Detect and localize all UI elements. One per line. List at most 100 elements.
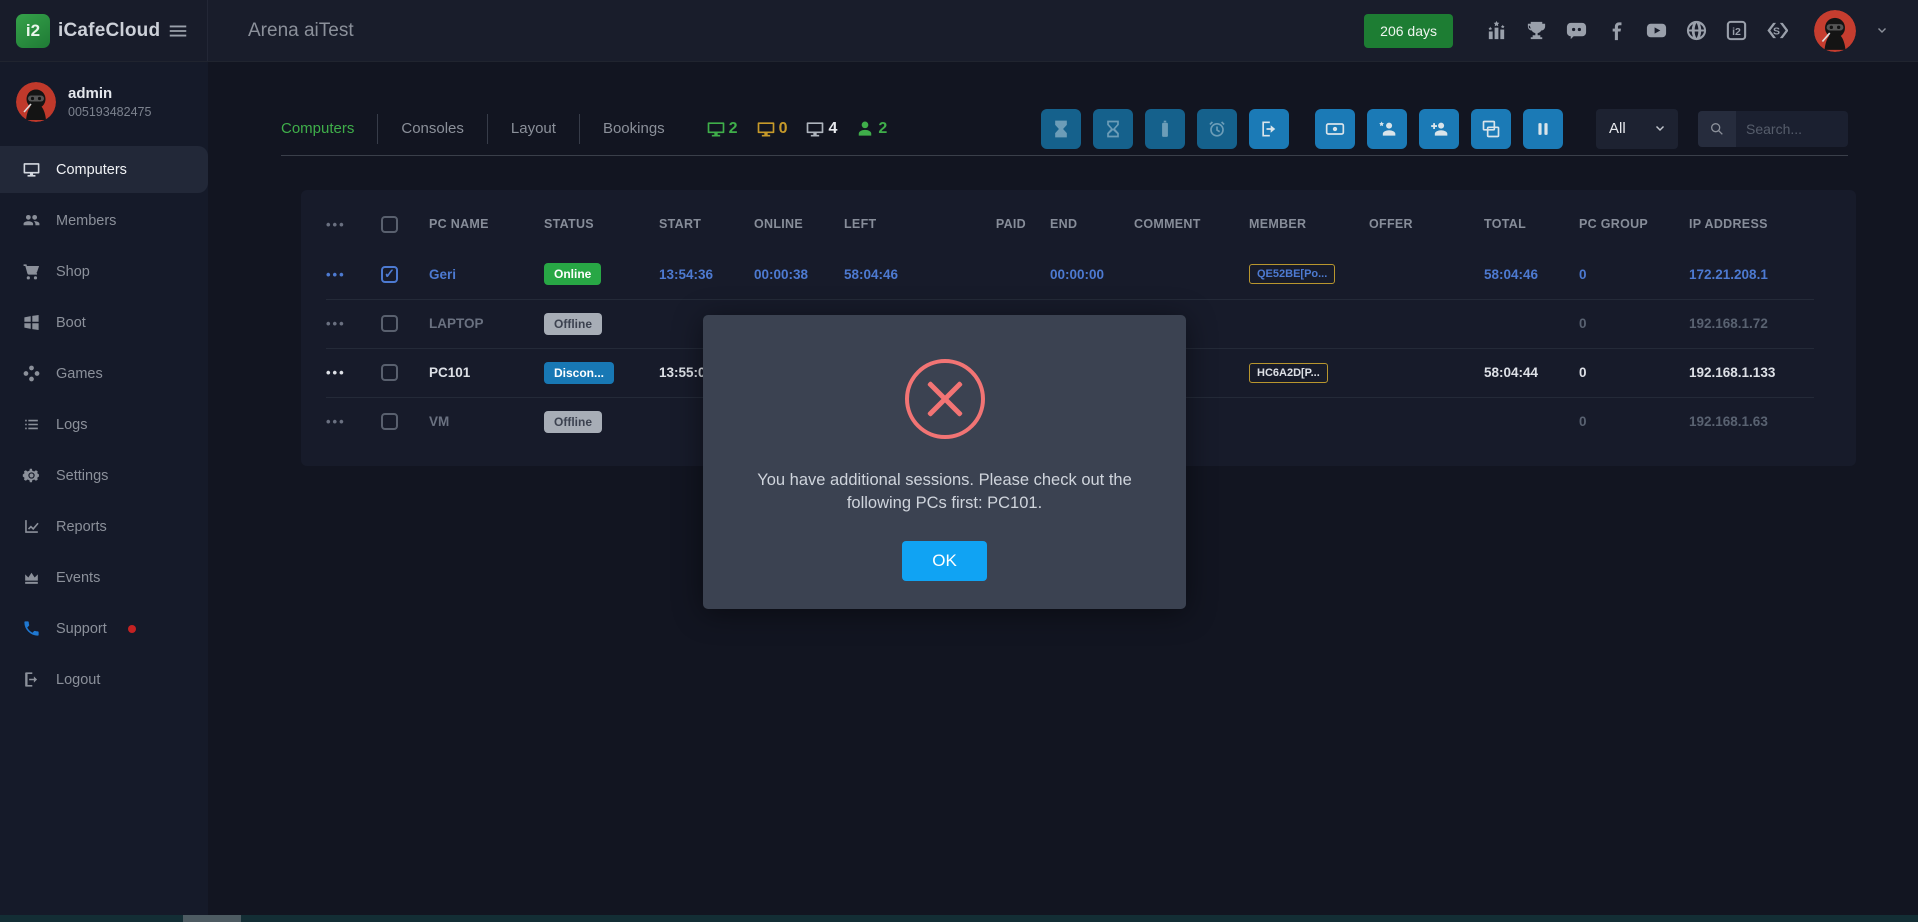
cell-offer xyxy=(1369,397,1484,446)
user-avatar[interactable] xyxy=(16,82,56,122)
ok-button[interactable]: OK xyxy=(902,541,987,581)
cell-status: Offline xyxy=(544,299,659,348)
sellsn-icon[interactable]: S xyxy=(1765,19,1788,42)
row-checkbox[interactable] xyxy=(381,315,398,332)
battery-button[interactable] xyxy=(1145,109,1185,149)
column-header-pc-group[interactable]: PC GROUP xyxy=(1579,198,1689,250)
column-header-ip-address[interactable]: IP ADDRESS xyxy=(1689,198,1814,250)
sidebar-item-label: Logout xyxy=(56,672,100,688)
sidebar-item-logs[interactable]: Logs xyxy=(0,401,208,448)
member-star-button[interactable] xyxy=(1367,109,1407,149)
count-monitor: 2 xyxy=(706,119,738,139)
members-icon xyxy=(22,211,41,230)
cell-pc-name[interactable]: Geri xyxy=(429,250,544,299)
count-value: 2 xyxy=(729,120,738,138)
cell-pc-name[interactable]: VM xyxy=(429,397,544,446)
sidebar-item-reports[interactable]: Reports xyxy=(0,503,208,550)
avatar[interactable] xyxy=(1814,10,1856,52)
sidebar-item-label: Support xyxy=(56,621,107,637)
member-badge[interactable]: HC6A2D[P... xyxy=(1249,363,1328,383)
tab-bookings[interactable]: Bookings xyxy=(580,120,688,137)
column-header-online[interactable]: ONLINE xyxy=(754,198,844,250)
cell-ip-address: 192.168.1.63 xyxy=(1689,397,1814,446)
sidebar: admin 005193482475 ComputersMembersShop B… xyxy=(0,62,208,922)
sidebar-item-games[interactable]: Games xyxy=(0,350,208,397)
menu-icon[interactable] xyxy=(167,20,189,42)
member-plus-button[interactable] xyxy=(1419,109,1459,149)
cell-pc-group: 0 xyxy=(1579,348,1689,397)
cell-member xyxy=(1249,397,1369,446)
modal-message: You have additional sessions. Please che… xyxy=(741,469,1148,515)
pc-group-filter-select[interactable]: All xyxy=(1596,109,1678,149)
cell-pc-name[interactable]: LAPTOP xyxy=(429,299,544,348)
column-header-end[interactable]: END xyxy=(1034,198,1134,250)
count-person: 2 xyxy=(855,119,887,139)
row-checkbox[interactable]: ✓ xyxy=(381,266,398,283)
column-header-member[interactable]: MEMBER xyxy=(1249,198,1369,250)
screen-share-button[interactable] xyxy=(1471,109,1511,149)
sidebar-item-label: Boot xyxy=(56,315,86,331)
icafecloud-icon[interactable]: i2 xyxy=(1725,19,1748,42)
count-value: 2 xyxy=(878,120,887,138)
checkout-button[interactable] xyxy=(1249,109,1289,149)
ranking-icon[interactable] xyxy=(1485,19,1508,42)
row-checkbox[interactable] xyxy=(381,364,398,381)
sidebar-item-computers[interactable]: Computers xyxy=(0,146,208,193)
tab-bar: ComputersConsolesLayoutBookings 2042 All xyxy=(281,102,1848,156)
column-header-pc-name[interactable]: PC NAME xyxy=(429,198,544,250)
column-header-start[interactable]: START xyxy=(659,198,754,250)
youtube-icon[interactable] xyxy=(1645,19,1668,42)
chevron-down-icon[interactable] xyxy=(1874,23,1890,39)
column-header-comment[interactable]: COMMENT xyxy=(1134,198,1249,250)
trophy-icon[interactable] xyxy=(1525,19,1548,42)
cell-pc-name[interactable]: PC101 xyxy=(429,348,544,397)
facebook-icon[interactable] xyxy=(1605,19,1628,42)
row-actions-icon[interactable]: ••• xyxy=(326,365,346,380)
sidebar-item-support[interactable]: Support xyxy=(0,605,208,652)
row-checkbox[interactable] xyxy=(381,413,398,430)
column-header-status[interactable]: STATUS xyxy=(544,198,659,250)
sidebar-item-logout[interactable]: Logout xyxy=(0,656,208,703)
column-header-total[interactable]: TOTAL xyxy=(1484,198,1579,250)
alarm-button[interactable] xyxy=(1197,109,1237,149)
sidebar-item-boot[interactable]: Boot xyxy=(0,299,208,346)
cell-pc-group: 0 xyxy=(1579,250,1689,299)
tab-layout[interactable]: Layout xyxy=(488,120,579,137)
search-input[interactable] xyxy=(1736,111,1848,147)
cell-total: 58:04:44 xyxy=(1484,348,1579,397)
horizontal-scrollbar[interactable] xyxy=(0,915,1918,922)
tab-consoles[interactable]: Consoles xyxy=(378,120,487,137)
sidebar-item-events[interactable]: Events xyxy=(0,554,208,601)
discord-icon[interactable] xyxy=(1565,19,1588,42)
sidebar-item-label: Settings xyxy=(56,468,108,484)
logout-icon xyxy=(22,670,41,689)
license-days-badge[interactable]: 206 days xyxy=(1364,14,1453,48)
tab-computers[interactable]: Computers xyxy=(281,120,377,137)
column-header-offer[interactable]: OFFER xyxy=(1369,198,1484,250)
user-account-id: 005193482475 xyxy=(68,105,151,119)
column-header-left[interactable]: LEFT xyxy=(844,198,934,250)
row-actions-icon[interactable]: ••• xyxy=(326,414,346,429)
pause-button[interactable] xyxy=(1523,109,1563,149)
sidebar-item-members[interactable]: Members xyxy=(0,197,208,244)
hourglass-button[interactable] xyxy=(1093,109,1133,149)
phone-icon xyxy=(22,619,41,638)
row-actions-icon[interactable]: ••• xyxy=(326,217,346,232)
column-header-paid[interactable]: PAID xyxy=(934,198,1034,250)
hourglass-filled-button[interactable] xyxy=(1041,109,1081,149)
select-all-checkbox[interactable] xyxy=(381,216,398,233)
row-actions-icon[interactable]: ••• xyxy=(326,267,346,282)
header-right: 206 days i2 S xyxy=(1364,10,1890,52)
row-actions-icon[interactable]: ••• xyxy=(326,316,346,331)
app-logo[interactable]: i2 iCafeCloud xyxy=(16,14,160,48)
crown-icon xyxy=(22,568,41,587)
sidebar-item-shop[interactable]: Shop xyxy=(0,248,208,295)
user-name: admin xyxy=(68,85,151,102)
scrollbar-thumb[interactable] xyxy=(183,915,241,922)
sidebar-item-settings[interactable]: Settings xyxy=(0,452,208,499)
member-badge[interactable]: QE52BE[Po... xyxy=(1249,264,1335,284)
cell-total xyxy=(1484,299,1579,348)
count-value: 0 xyxy=(779,120,788,138)
cash-button[interactable] xyxy=(1315,109,1355,149)
globe-icon[interactable] xyxy=(1685,19,1708,42)
